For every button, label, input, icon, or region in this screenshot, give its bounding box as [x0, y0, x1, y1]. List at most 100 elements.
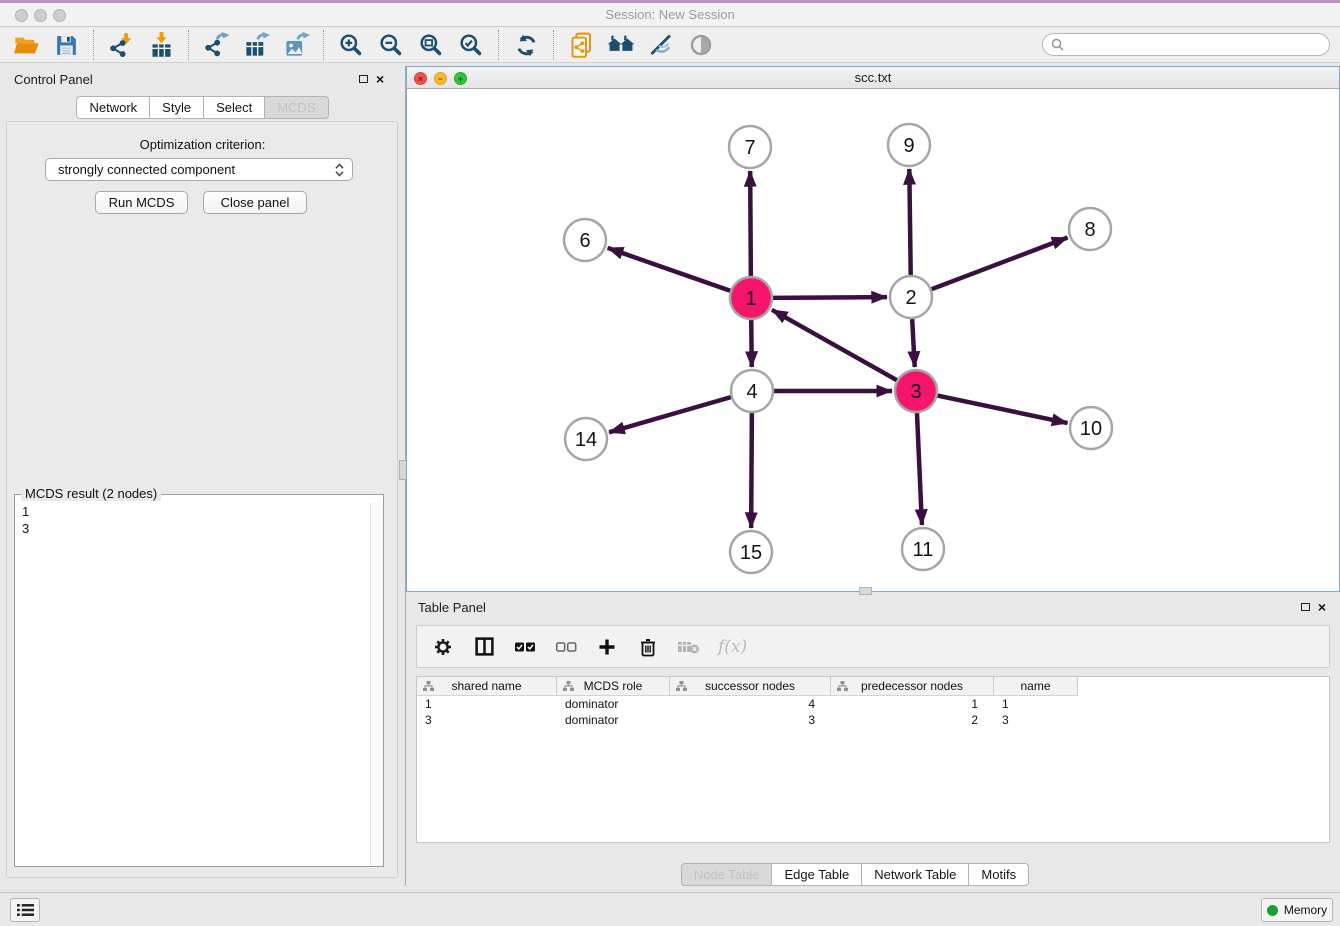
- search-input[interactable]: [1069, 34, 1329, 55]
- control-panel-buttons: ×: [359, 74, 384, 84]
- export-table-button[interactable]: [236, 29, 276, 61]
- tab-node-table[interactable]: Node Table: [681, 863, 773, 886]
- hide-selected-icon: [648, 32, 674, 58]
- column-header-MCDS-role[interactable]: MCDS role: [557, 677, 670, 696]
- add-column-button[interactable]: [595, 635, 619, 659]
- mcds-result-fieldset: MCDS result (2 nodes) 13: [14, 494, 384, 867]
- import-network-button[interactable]: [101, 29, 141, 61]
- table-row[interactable]: 3dominator323: [417, 712, 1329, 728]
- zoom-in-button[interactable]: [331, 29, 371, 61]
- zoom-out-button[interactable]: [371, 29, 411, 61]
- tab-edge-table[interactable]: Edge Table: [771, 863, 862, 886]
- graph-edge-1-7[interactable]: [750, 171, 751, 276]
- search-field[interactable]: [1042, 33, 1330, 56]
- cell-shared-name[interactable]: 1: [417, 697, 557, 711]
- close-panel-icon[interactable]: ×: [376, 74, 384, 84]
- cell-name[interactable]: 1: [994, 697, 1078, 711]
- gear-button[interactable]: [431, 635, 455, 659]
- function-builder-button[interactable]: f(x): [718, 637, 747, 657]
- refresh-icon: [514, 33, 539, 58]
- graph-edge-2-9[interactable]: [909, 169, 910, 275]
- criterion-select[interactable]: strongly connected component: [45, 158, 353, 181]
- cell-predecessor-nodes[interactable]: 2: [831, 713, 994, 727]
- graph-edge-1-6[interactable]: [608, 248, 731, 291]
- table-row[interactable]: 1dominator411: [417, 696, 1329, 712]
- tab-network[interactable]: Network: [76, 96, 150, 119]
- delete-button[interactable]: [636, 635, 660, 659]
- graph-edge-1-2[interactable]: [773, 297, 887, 298]
- export-network-button[interactable]: [196, 29, 236, 61]
- zoom-selected-icon: [458, 32, 484, 58]
- save-session-button[interactable]: [46, 29, 86, 61]
- zoom-fit-button[interactable]: [411, 29, 451, 61]
- run-mcds-button[interactable]: Run MCDS: [95, 191, 188, 214]
- first-neighbors-button[interactable]: [601, 29, 641, 61]
- import-table-button[interactable]: [141, 29, 181, 61]
- select-all-button[interactable]: [513, 635, 537, 659]
- minimize-window-button[interactable]: [34, 9, 47, 22]
- search-icon: [1051, 38, 1064, 51]
- delete-table-icon: [677, 638, 701, 656]
- tab-select[interactable]: Select: [203, 96, 265, 119]
- column-header-name[interactable]: name: [994, 677, 1078, 696]
- cell-MCDS-role[interactable]: dominator: [557, 697, 670, 711]
- new-network-from-selection-button[interactable]: [561, 29, 601, 61]
- optimization-criterion-label: Optimization criterion:: [0, 137, 405, 152]
- tab-network-table[interactable]: Network Table: [861, 863, 969, 886]
- deselect-all-button[interactable]: [554, 635, 578, 659]
- show-all-button[interactable]: [681, 29, 721, 61]
- tab-style[interactable]: Style: [149, 96, 204, 119]
- network-close-button[interactable]: ×: [414, 72, 427, 85]
- table-tabs: Node TableEdge TableNetwork TableMotifs: [388, 863, 1322, 886]
- close-window-button[interactable]: [15, 9, 28, 22]
- refresh-button[interactable]: [506, 29, 546, 61]
- cell-successor-nodes[interactable]: 3: [670, 713, 831, 727]
- graph-edge-2-3[interactable]: [912, 319, 915, 367]
- graph-edge-3-10[interactable]: [938, 396, 1068, 423]
- network-minimize-button[interactable]: −: [434, 72, 447, 85]
- graph-edge-3-11[interactable]: [917, 413, 922, 525]
- graph-edge-2-8[interactable]: [932, 238, 1068, 290]
- cell-successor-nodes[interactable]: 4: [670, 697, 831, 711]
- column-header-predecessor-nodes[interactable]: predecessor nodes: [831, 677, 994, 696]
- zoom-selected-button[interactable]: [451, 29, 491, 61]
- zoom-window-button[interactable]: [53, 9, 66, 22]
- tab-mcds[interactable]: MCDS: [264, 96, 328, 119]
- export-image-button[interactable]: [276, 29, 316, 61]
- attribute-icon: [423, 681, 434, 692]
- cell-name[interactable]: 3: [994, 713, 1078, 727]
- graph-edge-1-4[interactable]: [751, 320, 752, 367]
- cell-predecessor-nodes[interactable]: 1: [831, 697, 994, 711]
- attribute-icon: [837, 681, 848, 692]
- mcds-result-title: MCDS result (2 nodes): [21, 486, 161, 501]
- control-panel-title: Control Panel: [14, 72, 93, 87]
- column-label: successor nodes: [705, 679, 795, 693]
- table-panel-buttons: ×: [1301, 602, 1326, 612]
- mcds-result-list: 13: [15, 503, 383, 866]
- float-panel-icon[interactable]: [359, 75, 368, 83]
- delete-table-button[interactable]: [677, 635, 701, 659]
- column-header-successor-nodes[interactable]: successor nodes: [670, 677, 831, 696]
- memory-button[interactable]: Memory: [1261, 898, 1333, 922]
- cell-shared-name[interactable]: 3: [417, 713, 557, 727]
- show-columns-button[interactable]: [472, 635, 496, 659]
- cell-MCDS-role[interactable]: dominator: [557, 713, 670, 727]
- control-panel-tabs: NetworkStyleSelectMCDS: [0, 96, 405, 119]
- task-history-button[interactable]: [10, 898, 40, 922]
- graph-edge-4-15[interactable]: [751, 413, 752, 528]
- close-panel-button[interactable]: Close panel: [203, 191, 307, 214]
- column-header-shared-name[interactable]: shared name: [417, 677, 557, 696]
- float-table-panel-icon[interactable]: [1301, 603, 1310, 611]
- tab-motifs[interactable]: Motifs: [968, 863, 1029, 886]
- close-table-panel-icon[interactable]: ×: [1318, 602, 1326, 612]
- open-session-button[interactable]: [6, 29, 46, 61]
- network-zoom-button[interactable]: +: [454, 72, 467, 85]
- export-image-icon: [283, 32, 310, 59]
- export-table-icon: [243, 32, 270, 59]
- horizontal-splitter-handle[interactable]: [859, 587, 872, 595]
- hide-selected-button[interactable]: [641, 29, 681, 61]
- graph-edge-4-14[interactable]: [609, 397, 731, 432]
- result-scrollbar[interactable]: [370, 503, 383, 866]
- graph-edge-3-1[interactable]: [772, 310, 897, 380]
- network-canvas[interactable]: 7968124314101511: [407, 89, 1339, 591]
